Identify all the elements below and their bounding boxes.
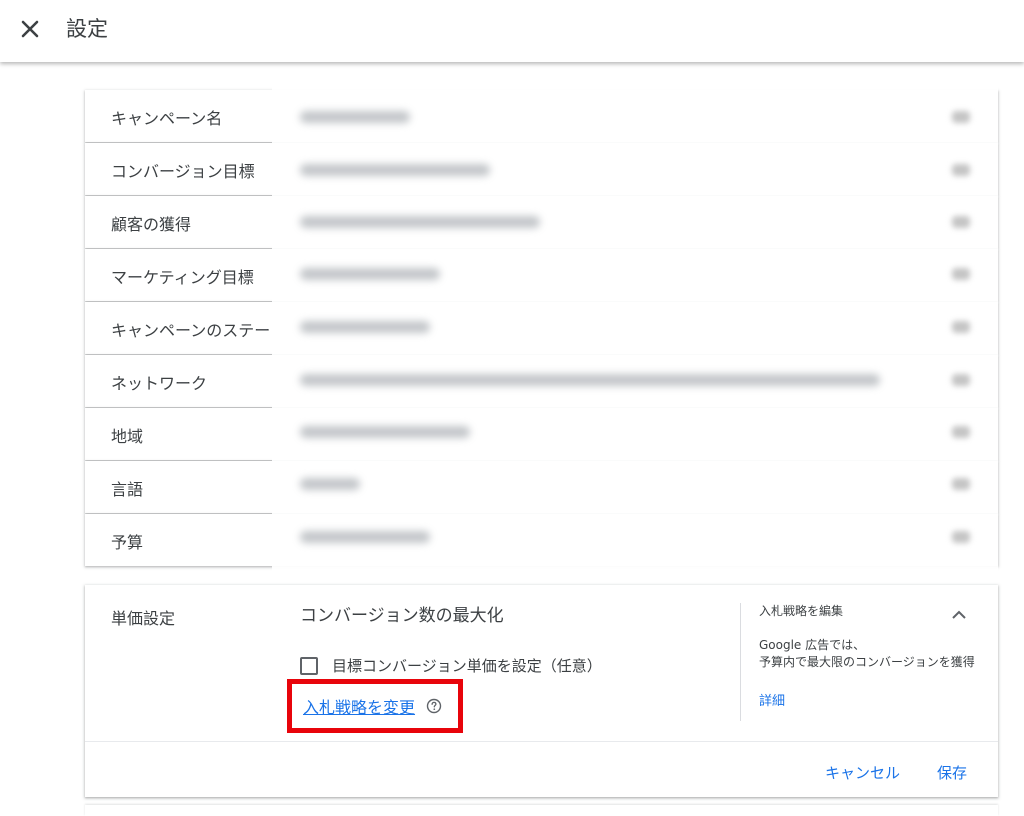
row-label: 言語 <box>111 480 144 499</box>
side-panel-divider <box>740 603 741 721</box>
blurred-value <box>300 321 430 333</box>
blurred-value <box>300 531 430 543</box>
blurred-expand-icon <box>952 426 970 438</box>
change-bid-strategy-link[interactable]: 入札戦略を変更 <box>303 694 415 718</box>
cancel-button[interactable]: キャンセル <box>825 762 900 783</box>
card-divider <box>85 741 998 742</box>
blurred-values-overlay <box>272 64 998 576</box>
blurred-expand-icon <box>952 321 970 333</box>
target-cpa-checkbox[interactable] <box>300 656 318 675</box>
row-label: キャンペーンのステータス <box>111 321 271 340</box>
help-circle-icon[interactable] <box>426 698 442 714</box>
close-icon <box>21 20 39 38</box>
learn-more-link[interactable]: 詳細 <box>759 690 785 709</box>
close-button[interactable] <box>17 16 43 42</box>
row-label: 予算 <box>111 533 144 552</box>
blurred-value <box>300 268 440 280</box>
row-label: ネットワーク <box>111 374 208 393</box>
bidding-label: 単価設定 <box>111 609 176 628</box>
top-bar: 設定 <box>0 0 1024 62</box>
blurred-expand-icon <box>952 374 970 386</box>
next-card-edge <box>85 805 998 816</box>
side-panel-description: Google 広告では、 予算内で最大限のコンバージョンを獲得 <box>759 637 997 671</box>
highlight-box: 入札戦略を変更 <box>287 679 463 733</box>
save-button[interactable]: 保存 <box>937 762 967 783</box>
row-label: マーケティング目標 <box>111 268 254 287</box>
blurred-expand-icon <box>952 268 970 280</box>
target-cpa-checkbox-row[interactable]: 目標コンバージョン単価を設定（任意） <box>300 655 602 676</box>
blurred-value <box>300 478 360 490</box>
row-label: キャンペーン名 <box>111 109 223 128</box>
bid-strategy-name: コンバージョン数の最大化 <box>300 606 504 626</box>
side-panel-text-line: Google 広告では、 <box>759 638 866 652</box>
blurred-expand-icon <box>952 111 970 123</box>
bidding-settings-card: 単価設定 コンバージョン数の最大化 目標コンバージョン単価を設定（任意） 入札戦… <box>85 585 998 797</box>
blurred-expand-icon <box>952 164 970 176</box>
row-label: 顧客の獲得 <box>111 215 192 234</box>
page-title: 設定 <box>66 17 108 41</box>
blurred-value <box>300 216 540 228</box>
row-label: コンバージョン目標 <box>111 162 255 181</box>
row-label: 地域 <box>111 427 144 446</box>
blurred-value <box>300 111 410 123</box>
collapse-button[interactable] <box>947 603 971 627</box>
blurred-value <box>300 374 880 386</box>
blurred-expand-icon <box>952 531 970 543</box>
target-cpa-checkbox-label: 目標コンバージョン単価を設定（任意） <box>332 657 602 675</box>
blurred-expand-icon <box>952 216 970 228</box>
blurred-value <box>300 426 470 438</box>
blurred-value <box>300 164 490 176</box>
chevron-up-icon <box>952 610 966 619</box>
side-panel-text-line: 予算内で最大限のコンバージョンを獲得 <box>759 655 975 669</box>
blurred-expand-icon <box>952 478 970 490</box>
side-panel-title: 入札戦略を編集 <box>759 604 844 618</box>
